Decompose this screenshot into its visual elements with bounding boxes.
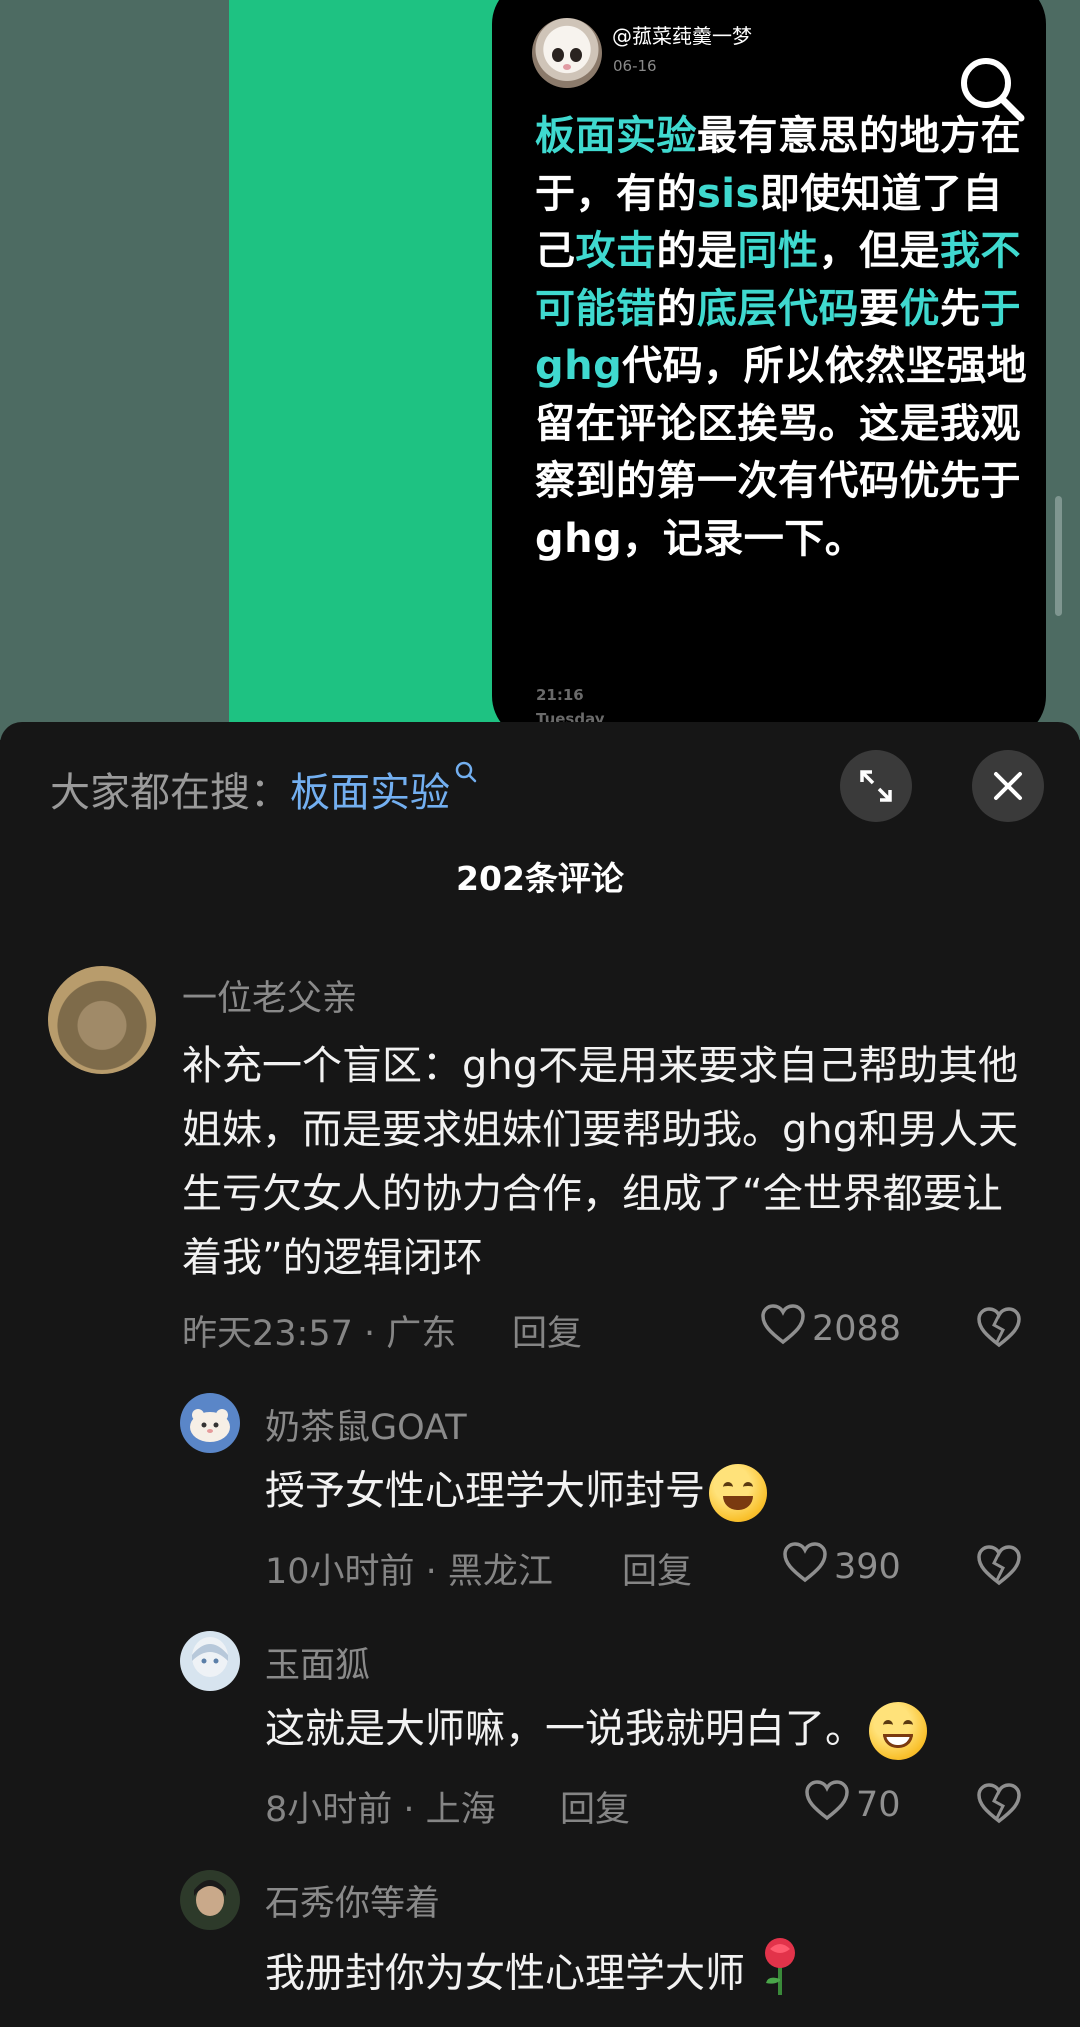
dislike-icon[interactable] [976,1782,1022,1828]
post-body-text: 板面实验最有意思的地方在于，有的sis即使知道了自己攻击的是同性，但是我不可能错… [535,108,1035,568]
post-highlight-keyword: 攻击 [575,228,657,274]
post-author-name: @菰菜莼羹一梦 [612,24,752,48]
like-button[interactable]: 70 [804,1779,901,1830]
post-highlight-keyword: sis [697,170,760,217]
heart-icon [782,1541,828,1592]
post-highlight-keyword: 底层代码 [697,285,859,332]
post-author-avatar [532,18,602,88]
comment-author[interactable]: 石秀你等着 [265,1875,440,1926]
search-icon[interactable] [955,52,1029,126]
avatar[interactable] [48,966,156,1074]
heart-icon [760,1303,806,1354]
like-button[interactable]: 2088 [760,1303,901,1354]
post-text-segment: 要 [859,285,900,332]
comment-meta: 8小时前 · 上海 [265,1790,496,1830]
post-text-segment: 的是 [656,228,738,274]
post-highlight-keyword: 优 [899,285,940,332]
comment-sheet: 大家都在搜：板面实验 202条评论 一位老父亲 补充一个盲区：ghg不是用来要求… [0,722,1080,2027]
avatar[interactable] [180,1870,240,1930]
close-icon[interactable] [972,750,1044,822]
like-count: 390 [834,1546,901,1587]
video-player[interactable]: @菰菜莼羹一梦 06-16 板面实验最有意思的地方在于，有的sis即使知道了自己… [0,0,1080,740]
comment-meta: 昨天23:57 · 广东 [182,1314,457,1354]
comment-text: 授予女性心理学大师封号 [265,1459,1045,1523]
rose-emoji-icon [758,1935,802,2016]
reply-button[interactable]: 回复 [622,1543,692,1594]
post-date: 06-16 [613,57,657,75]
comment-author[interactable]: 奶茶鼠GOAT [265,1399,467,1450]
comment-text: 这就是大师嘛，一说我就明白了。 [265,1697,1045,1761]
smiling-emoji-icon [709,1464,767,1522]
dislike-icon[interactable] [976,1306,1022,1352]
post-text-segment: ，但是 [818,228,940,274]
reply-button[interactable]: 回复 [560,1781,630,1832]
like-count: 2088 [812,1308,902,1349]
like-count: 70 [856,1784,901,1825]
trending-search-prefix: 大家都在搜： [50,770,290,816]
post-text-segment: 先 [940,285,981,332]
trending-search[interactable]: 大家都在搜：板面实验 [50,760,478,818]
comment-meta: 10小时前 · 黑龙江 [265,1552,553,1592]
expand-icon[interactable] [840,750,912,822]
reply-button[interactable]: 回复 [512,1305,582,1356]
comment-count-title: 202条评论 [456,859,624,898]
post-text-segment: 的 [656,285,697,332]
post-time: 21:16 [536,686,584,704]
like-button[interactable]: 390 [782,1541,901,1592]
heart-icon [804,1779,850,1830]
comment-author[interactable]: 玉面狐 [265,1637,370,1688]
grinning-emoji-icon [869,1702,927,1760]
comment-author[interactable]: 一位老父亲 [182,970,357,1021]
post-highlight-keyword: 同性 [737,228,819,274]
small-search-icon [454,760,478,793]
comment-text: 我册封你为女性心理学大师 [265,1935,1045,2016]
post-highlight-keyword: 板面实验 [535,113,697,159]
scrollbar-thumb[interactable] [1055,496,1062,616]
avatar[interactable] [180,1631,240,1691]
avatar[interactable] [180,1393,240,1453]
trending-search-term[interactable]: 板面实验 [290,770,450,816]
video-frame: @菰菜莼羹一梦 06-16 板面实验最有意思的地方在于，有的sis即使知道了自己… [229,0,1046,740]
dislike-icon[interactable] [976,1544,1022,1590]
comment-text: 补充一个盲区：ghg不是用来要求自己帮助其他姐妹，而是要求姐妹们要帮助我。ghg… [182,1043,1019,1281]
